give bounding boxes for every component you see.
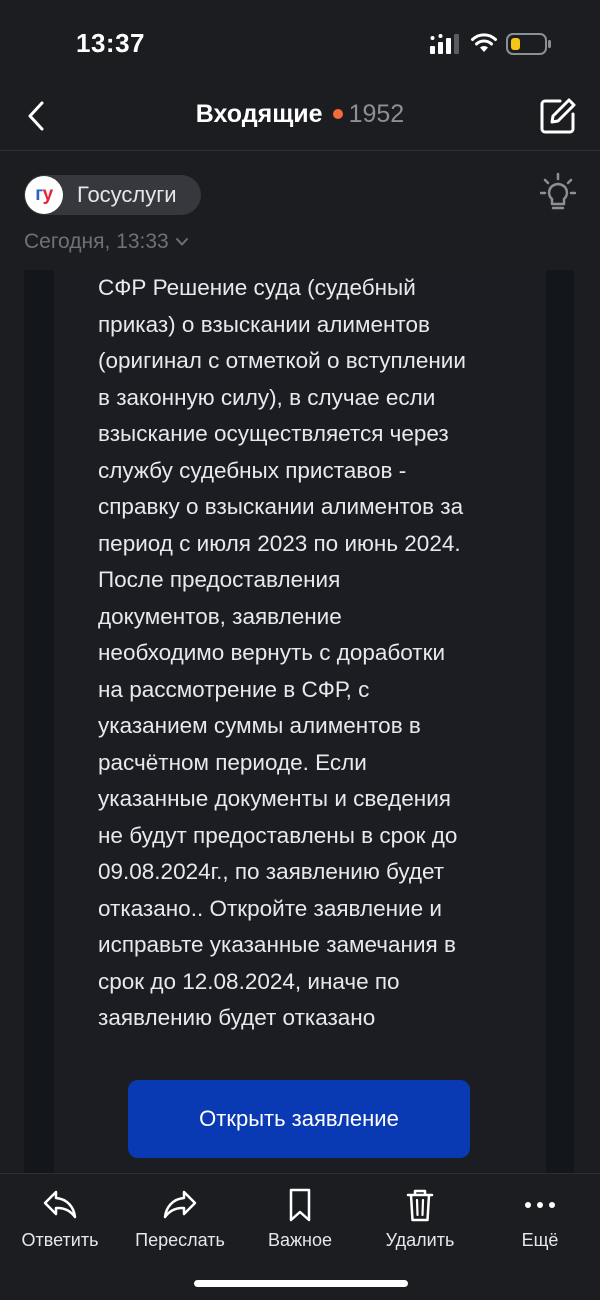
important-button[interactable]: Важное xyxy=(240,1188,360,1251)
delete-label: Удалить xyxy=(385,1230,455,1250)
more-button[interactable]: Ещё xyxy=(480,1188,600,1251)
sender-avatar: гу xyxy=(25,176,63,214)
sender-chip[interactable]: гу Госуслуги xyxy=(24,175,201,215)
more-label: Ещё xyxy=(521,1230,559,1250)
message-line: отказано.. Откройте заявление и xyxy=(98,895,442,921)
message-line: на рассмотрение в СФР, с xyxy=(98,676,370,702)
more-dots-icon xyxy=(525,1202,555,1208)
message-line: СФР Решение суда (судебный xyxy=(98,275,416,300)
unread-dot xyxy=(332,108,343,119)
forward-label: Переслать xyxy=(135,1230,225,1250)
compose-icon xyxy=(540,98,576,134)
message-card: СФР Решение суда (судебный приказ) о взы… xyxy=(54,270,546,1175)
message-line: После предоставления xyxy=(98,567,341,592)
status-time: 13:37 xyxy=(76,28,145,58)
message-line: срок до 12.08.2024, иначе по xyxy=(98,968,400,994)
chevron-down-icon xyxy=(175,238,188,246)
message-line: службу судебных приставов - xyxy=(98,457,407,483)
cellular-signal-icon xyxy=(430,34,459,54)
sender-name: Госуслуги xyxy=(77,182,177,207)
message-line: 09.08.2024г., по заявлению будет xyxy=(98,859,445,884)
message-text: СФР Решение суда (судебный приказ) о взы… xyxy=(98,270,518,1037)
message-line: приказ) о взыскании алиментов xyxy=(98,311,430,337)
message-line: указанные документы и сведения xyxy=(98,786,451,811)
message-line: (оригинал с отметкой о вступлении xyxy=(98,348,466,373)
message-date[interactable]: Сегодня, 13:33 xyxy=(24,230,189,254)
battery-icon xyxy=(506,33,551,55)
nav-title-group: Входящие 1952 xyxy=(0,100,600,129)
delete-button[interactable]: Удалить xyxy=(360,1188,480,1251)
message-line: необходимо вернуть с доработки xyxy=(98,640,446,665)
important-label: Важное xyxy=(267,1230,333,1250)
message-line: период с июля 2023 по июнь 2024. xyxy=(98,530,461,556)
message-line: заявлению будет отказано xyxy=(98,1005,376,1030)
reply-button[interactable]: Ответить xyxy=(0,1188,120,1251)
reply-icon xyxy=(43,1190,77,1219)
mail-message-screen: 13:37 Входящие 1952 гу Госуслуги Сегодня… xyxy=(0,0,600,1300)
forward-button[interactable]: Переслать xyxy=(120,1188,240,1251)
message-line: не будут предоставлены в срок до xyxy=(98,822,458,848)
message-line: взыскание осуществляется через xyxy=(98,421,449,446)
compose-button[interactable] xyxy=(538,96,578,136)
trash-icon xyxy=(406,1189,434,1222)
open-application-button[interactable]: Открыть заявление xyxy=(128,1080,470,1158)
message-line: исправьте указанные замечания в xyxy=(98,932,456,957)
message-line: расчётном периоде. Если xyxy=(98,749,367,775)
wifi-icon xyxy=(471,33,497,52)
home-indicator xyxy=(194,1280,408,1287)
lightbulb-icon xyxy=(539,172,577,210)
message-line: указанием суммы алиментов в xyxy=(98,713,421,738)
forward-icon xyxy=(163,1190,197,1219)
display-mode-button[interactable] xyxy=(539,172,577,216)
folder-title: Входящие xyxy=(195,100,323,128)
reply-label: Ответить xyxy=(21,1230,99,1250)
unread-count: 1952 xyxy=(348,100,405,128)
bookmark-icon xyxy=(289,1188,311,1222)
message-line: документов, заявление xyxy=(98,603,342,629)
navigation-bar: Входящие 1952 xyxy=(0,88,600,151)
message-body: СФР Решение суда (судебный приказ) о взы… xyxy=(24,270,574,1175)
message-line: в законную силу), в случае если xyxy=(98,384,436,410)
message-line: справку о взыскании алиментов за xyxy=(98,494,464,519)
status-bar: 13:37 xyxy=(0,0,600,88)
message-date-text: Сегодня, 13:33 xyxy=(24,230,169,253)
gosuslugi-logo: гу xyxy=(35,184,53,205)
